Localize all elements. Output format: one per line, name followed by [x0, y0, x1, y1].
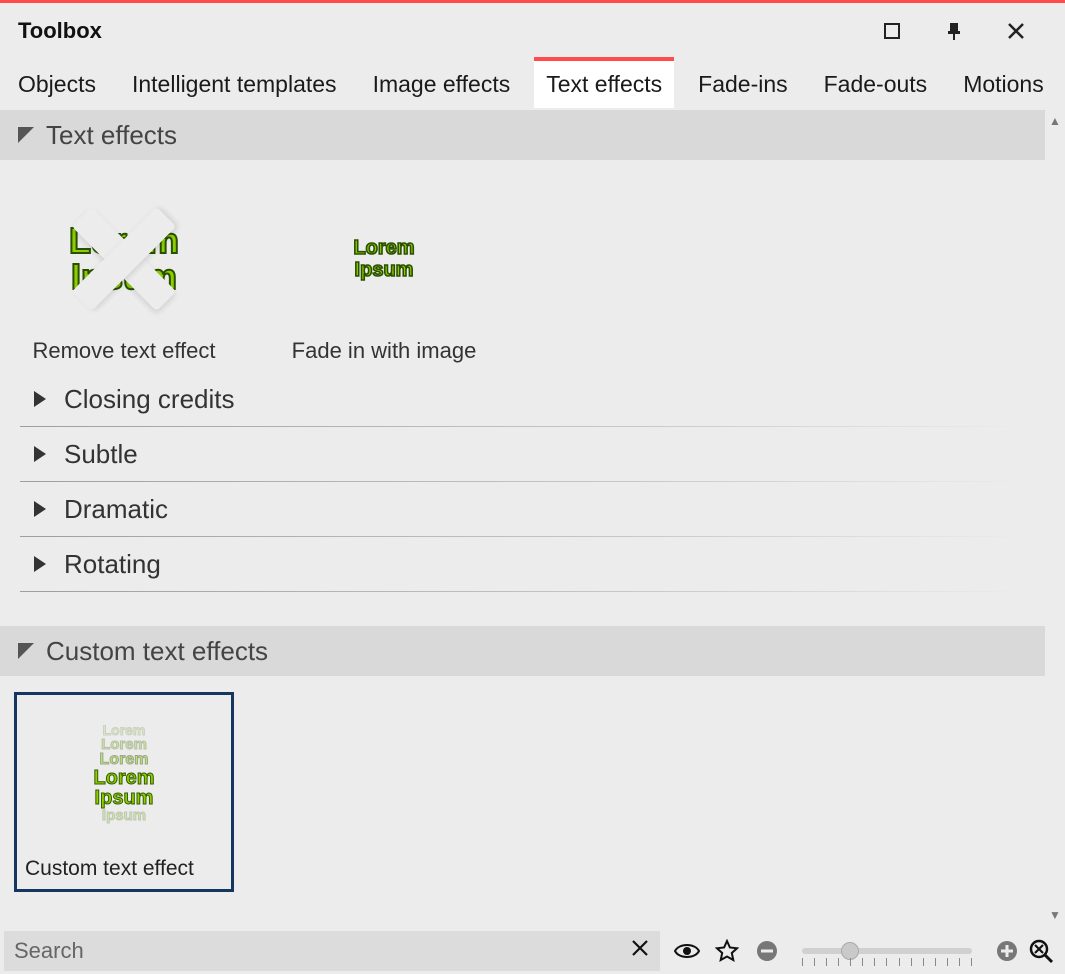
tab-intelligent-templates[interactable]: Intelligent templates	[120, 61, 349, 108]
close-icon[interactable]	[985, 11, 1047, 51]
titlebar: Toolbox	[0, 3, 1065, 58]
pin-icon[interactable]	[923, 11, 985, 51]
chevron-right-icon	[34, 391, 48, 407]
tab-text-effects[interactable]: Text effects	[534, 61, 674, 108]
effect-label: Fade in with image	[292, 338, 477, 364]
effect-preview-remove: LoremIpsum	[14, 184, 234, 334]
chevron-down-icon	[18, 643, 34, 659]
search-input[interactable]	[14, 938, 626, 964]
tab-strip: Objects Intelligent templates Image effe…	[0, 58, 1065, 110]
zoom-slider[interactable]	[802, 948, 972, 954]
window-title: Toolbox	[18, 18, 102, 44]
chevron-right-icon	[34, 556, 48, 572]
footer-tools	[674, 938, 1020, 964]
zoom-out-icon[interactable]	[754, 938, 780, 964]
category-label: Closing credits	[64, 384, 235, 415]
scroll-down-icon[interactable]: ▼	[1049, 908, 1061, 922]
section-title-text-effects: Text effects	[46, 120, 177, 151]
clear-icon[interactable]	[626, 937, 654, 965]
category-label: Rotating	[64, 549, 161, 580]
effect-preview-fade: LoremIpsum	[274, 184, 494, 334]
search-box[interactable]	[4, 931, 660, 971]
tab-fade-outs[interactable]: Fade-outs	[812, 61, 940, 108]
custom-effect-item[interactable]: Lorem Lorem Lorem Lorem Ipsum Ipsum Cust…	[14, 692, 234, 892]
zoom-in-icon[interactable]	[994, 938, 1020, 964]
main-panel: Text effects LoremIpsum Remove text effe…	[0, 110, 1045, 926]
eye-icon[interactable]	[674, 938, 700, 964]
custom-effect-preview: Lorem Lorem Lorem Lorem Ipsum Ipsum	[17, 695, 231, 851]
section-title-custom: Custom text effects	[46, 636, 268, 667]
maximize-icon[interactable]	[861, 11, 923, 51]
custom-effect-label: Custom text effect	[17, 851, 231, 889]
category-closing-credits[interactable]: Closing credits	[12, 372, 1033, 426]
effect-gallery: LoremIpsum Remove text effect LoremIpsum…	[0, 160, 1045, 372]
custom-gallery: Lorem Lorem Lorem Lorem Ipsum Ipsum Cust…	[0, 676, 1045, 908]
cross-icon	[64, 199, 184, 319]
effect-item-fade-in-with-image[interactable]: LoremIpsum Fade in with image	[274, 184, 494, 364]
vertical-scrollbar[interactable]: ▲ ▼	[1045, 110, 1065, 926]
category-rotating[interactable]: Rotating	[12, 537, 1033, 591]
category-label: Dramatic	[64, 494, 168, 525]
tab-fade-ins[interactable]: Fade-ins	[686, 61, 799, 108]
effect-label: Remove text effect	[32, 338, 215, 364]
effect-item-remove[interactable]: LoremIpsum Remove text effect	[14, 184, 234, 364]
sample-text: Lorem Lorem Lorem Lorem Ipsum Ipsum	[93, 723, 154, 823]
category-dramatic[interactable]: Dramatic	[12, 482, 1033, 536]
section-header-text-effects[interactable]: Text effects	[0, 110, 1045, 160]
scroll-up-icon[interactable]: ▲	[1049, 114, 1061, 128]
chevron-down-icon	[18, 127, 34, 143]
sample-text: LoremIpsum	[353, 237, 414, 281]
tab-image-effects[interactable]: Image effects	[361, 61, 523, 108]
section-header-custom[interactable]: Custom text effects	[0, 626, 1045, 676]
tab-motions[interactable]: Motions	[951, 61, 1056, 108]
chevron-right-icon	[34, 446, 48, 462]
category-label: Subtle	[64, 439, 138, 470]
slider-ticks	[802, 958, 972, 966]
tab-objects[interactable]: Objects	[6, 61, 108, 108]
chevron-right-icon	[34, 501, 48, 517]
star-icon[interactable]	[714, 938, 740, 964]
zoom-fit-icon[interactable]	[1026, 936, 1056, 966]
category-subtle[interactable]: Subtle	[12, 427, 1033, 481]
footer-bar	[0, 926, 1065, 974]
